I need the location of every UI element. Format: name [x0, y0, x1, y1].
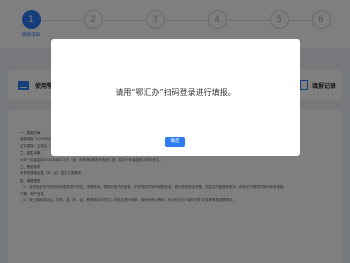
confirm-button[interactable]: 确定 [165, 137, 185, 147]
dialog-message: 请用“鄂汇办”扫码登录进行填报。 [115, 88, 236, 97]
login-prompt-dialog: 请用“鄂汇办”扫码登录进行填报。 确定 [51, 39, 300, 156]
